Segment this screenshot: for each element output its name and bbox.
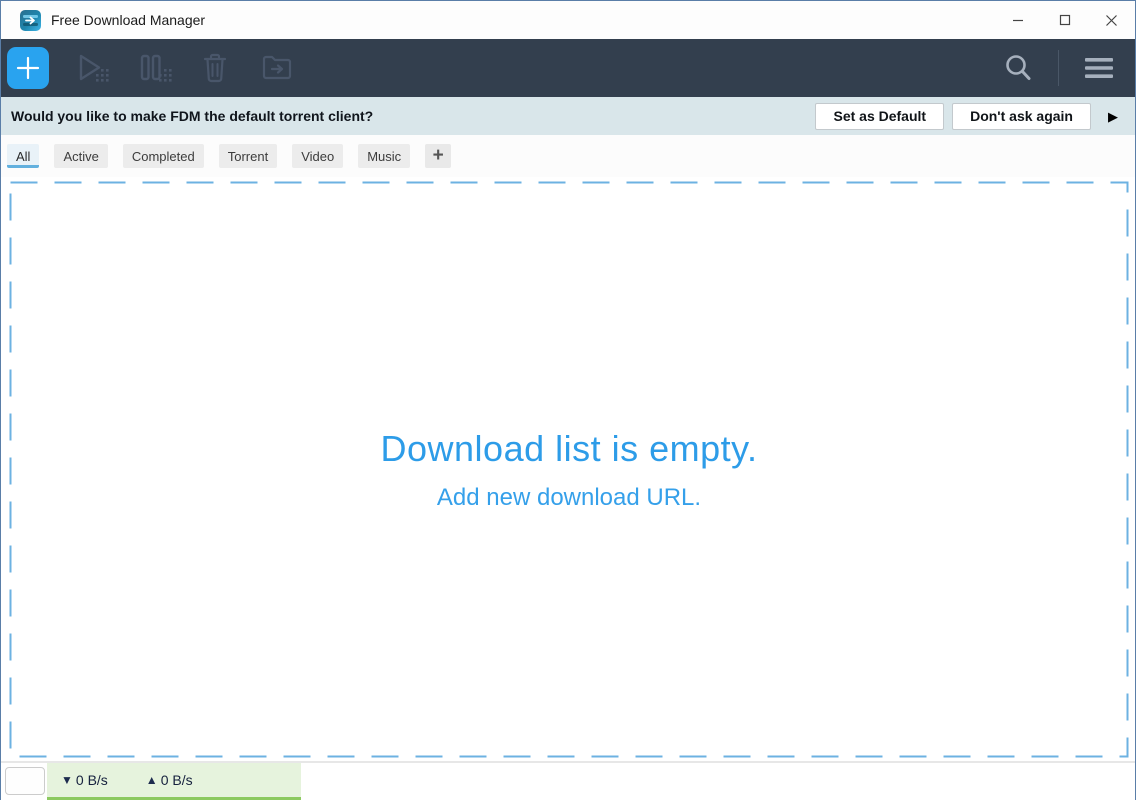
menu-button[interactable] <box>1071 43 1127 93</box>
tab-video[interactable]: Video <box>292 144 343 168</box>
add-tab-button[interactable]: + <box>425 144 451 168</box>
tab-torrent[interactable]: Torrent <box>219 144 277 168</box>
play-icon <box>72 50 110 86</box>
search-icon <box>1002 52 1034 84</box>
pause-icon <box>134 50 172 86</box>
toolbar-divider <box>1058 50 1059 86</box>
titlebar-left: Free Download Manager <box>1 10 994 31</box>
statusbar-toggle-box[interactable] <box>5 767 45 795</box>
start-all-button[interactable] <box>63 43 119 93</box>
close-button[interactable] <box>1088 1 1135 39</box>
window-controls <box>994 1 1135 39</box>
notification-expand-icon[interactable]: ▶ <box>1108 110 1118 123</box>
speed-panel[interactable]: ▼ 0 B/s ▲ 0 B/s <box>47 763 301 800</box>
maximize-icon <box>1059 14 1071 26</box>
folder-arrow-icon <box>259 52 295 84</box>
close-icon <box>1105 14 1118 27</box>
fdm-app-icon <box>20 10 41 31</box>
maximize-button[interactable] <box>1041 1 1088 39</box>
tab-active[interactable]: Active <box>54 144 107 168</box>
tab-completed[interactable]: Completed <box>123 144 204 168</box>
dont-ask-again-button[interactable]: Don't ask again <box>952 103 1091 130</box>
hamburger-icon <box>1083 56 1115 80</box>
status-bar: ▼ 0 B/s ▲ 0 B/s <box>1 763 1135 800</box>
notification-bar: Would you like to make FDM the default t… <box>1 97 1135 135</box>
empty-state-title: Download list is empty. <box>381 428 758 470</box>
minimize-icon <box>1012 14 1024 26</box>
trash-icon <box>199 51 231 85</box>
add-download-button[interactable] <box>7 47 49 89</box>
toolbar <box>1 39 1135 97</box>
tab-all[interactable]: All <box>7 144 39 168</box>
search-button[interactable] <box>990 43 1046 93</box>
toolbar-actions <box>63 43 305 93</box>
upload-speed-value: 0 B/s <box>161 772 193 788</box>
window-title: Free Download Manager <box>51 12 205 28</box>
open-folder-button[interactable] <box>249 43 305 93</box>
pause-all-button[interactable] <box>125 43 181 93</box>
download-speed: ▼ 0 B/s <box>61 772 108 788</box>
toolbar-right <box>990 43 1127 93</box>
set-as-default-button[interactable]: Set as Default <box>815 103 944 130</box>
minimize-button[interactable] <box>994 1 1041 39</box>
add-download-url-link[interactable]: Add new download URL. <box>437 484 701 512</box>
upload-arrow-icon: ▲ <box>146 773 158 787</box>
notification-message: Would you like to make FDM the default t… <box>11 108 807 124</box>
tab-music[interactable]: Music <box>358 144 410 168</box>
titlebar: Free Download Manager <box>1 1 1135 39</box>
delete-download-button[interactable] <box>187 43 243 93</box>
plus-icon <box>15 55 41 81</box>
download-speed-value: 0 B/s <box>76 772 108 788</box>
empty-state: Download list is empty. Add new download… <box>9 181 1129 758</box>
download-arrow-icon: ▼ <box>61 773 73 787</box>
upload-speed: ▲ 0 B/s <box>146 772 193 788</box>
download-list-dropzone[interactable]: Download list is empty. Add new download… <box>9 181 1129 758</box>
fdm-window: Free Download Manager <box>0 0 1136 800</box>
filter-tabs: All Active Completed Torrent Video Music… <box>1 135 1135 177</box>
